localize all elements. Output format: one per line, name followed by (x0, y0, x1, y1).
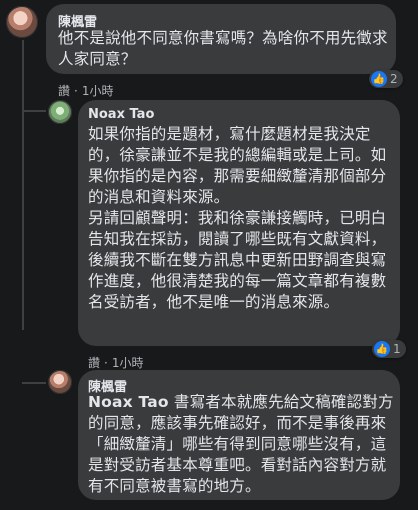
comment-author[interactable]: Noax Tao (88, 107, 154, 122)
like-action[interactable]: 讚 (58, 84, 70, 98)
reaction-count: 1 (393, 342, 401, 356)
timestamp[interactable]: 1小時 (82, 84, 114, 98)
avatar-commenter-3[interactable] (48, 370, 72, 394)
reaction-badge-2[interactable]: 👍 1 (372, 340, 406, 358)
avatar-commenter-1[interactable] (6, 6, 38, 38)
timestamp[interactable]: 1小時 (112, 356, 144, 370)
comment-text: 他不是說他不同意你書寫嗎？為啥你不用先徵求人家同意？ (58, 29, 388, 68)
thread-line (22, 40, 24, 330)
comment-text: Noax Tao 書寫者本就應先給文稿確認對方的同意，應該事先確認好，而不是事後… (88, 392, 394, 497)
mention-link[interactable]: Noax Tao (88, 393, 169, 411)
like-action[interactable]: 讚 (88, 356, 100, 370)
reaction-badge-1[interactable]: 👍 2 (369, 70, 403, 88)
thumbs-up-icon: 👍 (371, 71, 387, 87)
thumbs-up-icon: 👍 (374, 341, 390, 357)
reply-connector-2 (22, 382, 46, 384)
comment-meta-1: 讚 · 1小時 (58, 84, 114, 98)
comment-text: 如果你指的是題材，寫什麼題材是我決定的，徐豪謙並不是我的總編輯或是上司。如果你指… (88, 125, 387, 311)
comment-meta-2: 讚 · 1小時 (88, 356, 144, 370)
reaction-count: 2 (390, 72, 398, 86)
reply-connector-1 (22, 110, 46, 112)
avatar-commenter-2[interactable] (48, 100, 72, 124)
